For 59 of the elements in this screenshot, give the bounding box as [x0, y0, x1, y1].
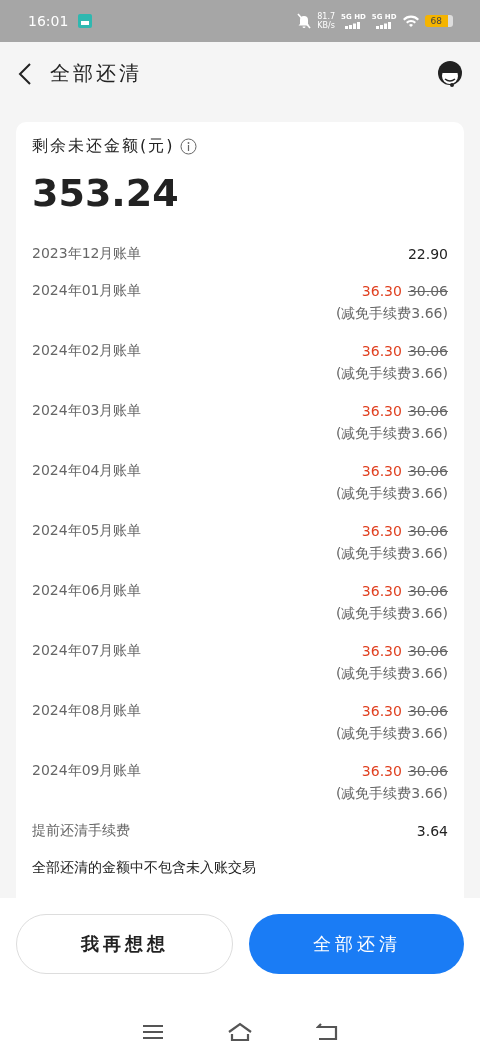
original-amount: 30.06: [407, 403, 448, 419]
original-amount: 30.06: [407, 283, 448, 299]
bill-amount: 22.90: [407, 246, 448, 262]
signal-icon: [345, 22, 362, 29]
bill-label: 2024年07月账单: [32, 642, 142, 660]
bill-amount: 36.30: [361, 283, 402, 299]
home-icon[interactable]: [227, 1022, 253, 1042]
bill-label: 2024年02月账单: [32, 342, 142, 360]
menu-icon[interactable]: [141, 1024, 164, 1040]
fee-waiver-note: (减免手续费3.66): [335, 665, 448, 683]
bill-amount: 36.30: [361, 523, 402, 539]
bill-amount: 36.30: [361, 643, 402, 659]
battery-indicator: 68: [424, 15, 453, 27]
app-notification-icon: [78, 14, 93, 28]
network-speed: 81.7: [317, 12, 336, 21]
signal-icon: [376, 22, 393, 29]
bill-amount: 36.30: [361, 463, 402, 479]
bill-label: 提前还清手续费: [32, 822, 130, 840]
bill-amount: 36.30: [361, 343, 402, 359]
bill-amount: 36.30: [361, 763, 402, 779]
bill-label: 2023年12月账单: [32, 245, 142, 263]
wifi-icon: [402, 15, 419, 27]
fee-waiver-note: (减免手续费3.66): [335, 485, 448, 503]
bill-label: 2024年05月账单: [32, 522, 142, 540]
original-amount: 30.06: [407, 523, 448, 539]
action-button[interactable]: 我再想想: [16, 914, 233, 974]
bill-label: 2024年08月账单: [32, 702, 142, 720]
network-speed-unit: KB/s: [317, 21, 335, 30]
original-amount: 30.06: [407, 463, 448, 479]
balance-amount: 353.24: [32, 171, 180, 215]
page-title: 全部还清: [50, 60, 142, 87]
fee-waiver-note: (减免手续费3.66): [335, 605, 448, 623]
original-amount: 30.06: [407, 763, 448, 779]
bill-label: 2024年06月账单: [32, 582, 142, 600]
bill-amount: 36.30: [361, 703, 402, 719]
bill-amount: 36.30: [361, 583, 402, 599]
status-time: 16:01: [28, 13, 69, 29]
fee-waiver-note: (减免手续费3.66): [335, 365, 448, 383]
original-amount: 30.06: [407, 643, 448, 659]
action-button[interactable]: 全部还清: [249, 914, 464, 974]
bill-label: 2024年01月账单: [32, 282, 142, 300]
bill-amount: 36.30: [361, 403, 402, 419]
notice-text: 全部还清的金额中不包含未入账交易: [32, 859, 257, 877]
balance-label: 剩余未还金额(元): [32, 136, 175, 157]
original-amount: 30.06: [407, 703, 448, 719]
original-amount: 30.06: [407, 343, 448, 359]
fee-waiver-note: (减免手续费3.66): [335, 785, 448, 803]
back-nav-icon[interactable]: [316, 1023, 339, 1041]
fee-waiver-note: (减免手续费3.66): [335, 725, 448, 743]
bill-label: 2024年04月账单: [32, 462, 142, 480]
bill-amount: 3.64: [416, 823, 448, 839]
info-icon[interactable]: [180, 138, 198, 155]
bill-label: 2024年03月账单: [32, 402, 142, 420]
original-amount: 30.06: [407, 583, 448, 599]
fee-waiver-note: (减免手续费3.66): [335, 305, 448, 323]
fee-waiver-note: (减免手续费3.66): [335, 545, 448, 563]
mute-icon: [297, 13, 312, 29]
fee-waiver-note: (减免手续费3.66): [335, 425, 448, 443]
bill-label: 2024年09月账单: [32, 762, 142, 780]
